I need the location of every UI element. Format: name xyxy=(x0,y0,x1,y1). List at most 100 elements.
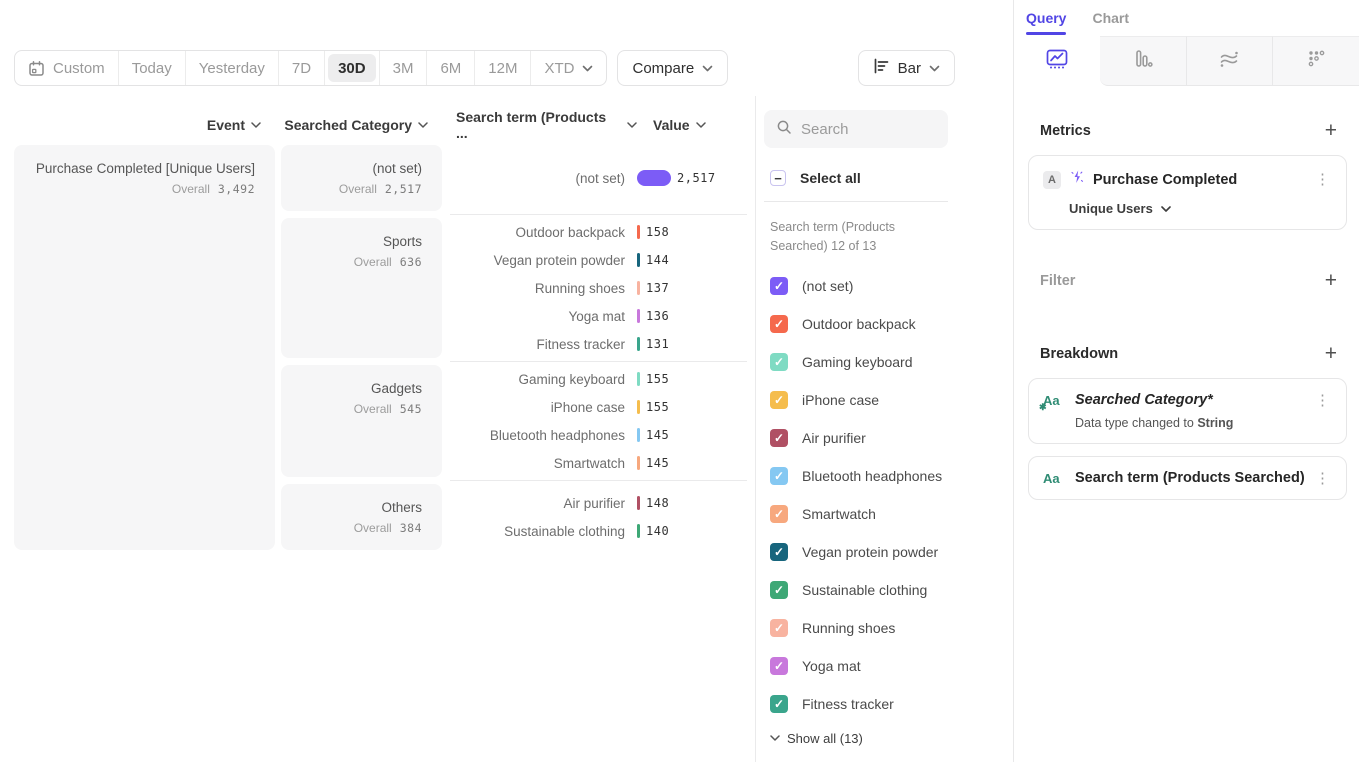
legend-checkbox[interactable]: ✓ xyxy=(770,391,788,409)
bar-segment[interactable] xyxy=(637,372,640,386)
legend-checkbox[interactable]: ✓ xyxy=(770,429,788,447)
breakdown-card-row: AaSearch term (Products Searched)⋮ xyxy=(1043,470,1332,486)
breakdown-kebab-menu[interactable]: ⋮ xyxy=(1313,471,1332,486)
legend-checkbox[interactable]: ✓ xyxy=(770,543,788,561)
column-header-event[interactable]: Event xyxy=(14,117,275,133)
bar-segment[interactable] xyxy=(637,428,640,442)
panel-divider xyxy=(764,201,948,202)
report-tab-retention-icon[interactable] xyxy=(1272,36,1359,86)
term-row: Vegan protein powder144 xyxy=(450,246,747,274)
legend-item[interactable]: ✓Gaming keyboard xyxy=(764,343,1013,381)
breakdown-card[interactable]: AaSearch term (Products Searched)⋮ xyxy=(1028,456,1347,500)
legend-item[interactable]: ✓ Bluetooth headphones xyxy=(764,457,1013,495)
bar-segment[interactable] xyxy=(637,309,640,323)
metric-card[interactable]: A Purchase Completed ⋮ Unique Users xyxy=(1028,155,1347,230)
legend-item-label: Bluetooth headphones xyxy=(802,468,942,484)
legend-checkbox[interactable]: ✓ xyxy=(770,353,788,371)
legend-item[interactable]: ✓Vegan protein powder xyxy=(764,533,1013,571)
legend-item[interactable]: ✓Sustainable clothing xyxy=(764,571,1013,609)
report-tab-insights-icon[interactable] xyxy=(1014,36,1100,86)
date-range-xtd[interactable]: XTD xyxy=(531,51,606,85)
legend-checkbox[interactable]: ✓ xyxy=(770,277,788,295)
breakdown-kebab-menu[interactable]: ⋮ xyxy=(1313,393,1332,408)
date-range-30d[interactable]: 30D xyxy=(328,54,376,82)
legend-item[interactable]: ✓(not set) xyxy=(764,267,1013,305)
bar-segment[interactable] xyxy=(637,337,640,351)
add-breakdown-button[interactable]: + xyxy=(1319,341,1343,366)
legend-checkbox[interactable]: ✓ xyxy=(770,581,788,599)
date-range-custom[interactable]: Custom xyxy=(15,51,118,85)
bar-segment[interactable] xyxy=(637,170,671,186)
category-overall: Overall384 xyxy=(291,521,422,535)
bar-segment[interactable] xyxy=(637,524,640,538)
chart-type-button[interactable]: Bar xyxy=(858,50,955,86)
term-label: (not set) xyxy=(450,171,637,186)
term-row: Fitness tracker131 xyxy=(450,330,747,358)
date-range-12m[interactable]: 12M xyxy=(475,51,530,85)
column-header-value[interactable]: Value xyxy=(637,117,747,133)
select-all-indeterminate-checkbox[interactable]: − xyxy=(770,170,786,186)
breakdown-card[interactable]: Aa✱Searched Category*⋮Data type changed … xyxy=(1028,378,1347,444)
bar-segment[interactable] xyxy=(637,496,640,510)
search-box[interactable] xyxy=(764,110,948,148)
legend-checkbox[interactable]: ✓ xyxy=(770,657,788,675)
legend-checkbox[interactable]: ✓ xyxy=(770,619,788,637)
metric-kebab-menu[interactable]: ⋮ xyxy=(1313,172,1332,187)
compare-button[interactable]: Compare xyxy=(617,50,728,86)
tab-chart[interactable]: Chart xyxy=(1092,10,1129,36)
column-header-category[interactable]: Searched Category xyxy=(281,117,442,133)
report-tab-flows-icon[interactable] xyxy=(1186,36,1273,86)
term-value: 144 xyxy=(646,253,669,267)
overall-value: 2,517 xyxy=(385,182,422,196)
overall-label: Overall xyxy=(172,182,210,196)
term-row: Yoga mat136 xyxy=(450,302,747,330)
event-name: Purchase Completed [Unique Users] xyxy=(24,160,255,178)
date-range-7d[interactable]: 7D xyxy=(279,51,324,85)
select-all-label: Select all xyxy=(800,170,861,186)
category-term-groups: (not set)Overall2,517(not set)2,517Sport… xyxy=(281,145,747,550)
legend-checkbox[interactable]: ✓ xyxy=(770,315,788,333)
term-value: 140 xyxy=(646,524,669,538)
breakdown-group: GadgetsOverall545Gaming keyboard155iPhon… xyxy=(281,365,747,477)
date-range-3m[interactable]: 3M xyxy=(380,51,427,85)
breakdown-group: SportsOverall636Outdoor backpack158Vegan… xyxy=(281,218,747,358)
legend-item-label: Outdoor backpack xyxy=(802,316,916,332)
active-tab-underline xyxy=(1026,32,1066,35)
measure-dropdown[interactable]: Unique Users xyxy=(1069,201,1332,216)
toolbar: CustomTodayYesterday7D30D3M 6M 12MXTD Comp… xyxy=(0,50,1013,86)
bar-segment[interactable] xyxy=(637,400,640,414)
add-metric-button[interactable]: + xyxy=(1319,118,1343,143)
legend-item[interactable]: ✓Fitness tracker xyxy=(764,685,1013,723)
legend-item[interactable]: ✓Yoga mat xyxy=(764,647,1013,685)
chevron-down-icon xyxy=(696,122,706,128)
date-range-label: 6M xyxy=(440,60,461,77)
legend-item[interactable]: ✓Air purifier xyxy=(764,419,1013,457)
search-input[interactable] xyxy=(801,121,931,138)
bar-segment[interactable] xyxy=(637,281,640,295)
show-all-button[interactable]: Show all (13) xyxy=(764,731,863,746)
legend-item[interactable]: ✓ Running shoes xyxy=(764,609,1013,647)
legend-checkbox[interactable]: ✓ xyxy=(770,505,788,523)
date-range-6m[interactable]: 6M xyxy=(427,51,474,85)
column-header-terms-zone: Search term (Products ... Value xyxy=(450,109,747,141)
legend-checkbox[interactable]: ✓ xyxy=(770,695,788,713)
bar-segment[interactable] xyxy=(637,225,640,239)
legend-item-label: Running shoes xyxy=(802,620,895,636)
legend-item[interactable]: ✓Smartwatch xyxy=(764,495,1013,533)
category-card: GadgetsOverall545 xyxy=(281,365,442,477)
date-range-today[interactable]: Today xyxy=(119,51,185,85)
chevron-down-icon xyxy=(582,65,593,72)
legend-item[interactable]: ✓iPhone case xyxy=(764,381,1013,419)
select-all-checkbox-row[interactable]: − Select all xyxy=(764,170,1013,186)
bar-segment[interactable] xyxy=(637,456,640,470)
term-value: 158 xyxy=(646,225,669,239)
tab-query[interactable]: Query xyxy=(1026,10,1066,36)
bar-segment[interactable] xyxy=(637,253,640,267)
add-filter-button[interactable]: + xyxy=(1319,268,1343,293)
report-tab-funnel-icon[interactable] xyxy=(1100,36,1186,86)
column-header-term[interactable]: Search term (Products ... xyxy=(450,109,637,141)
date-range-yesterday[interactable]: Yesterday xyxy=(186,51,278,85)
term-label: Air purifier xyxy=(450,496,637,511)
legend-checkbox[interactable]: ✓ xyxy=(770,467,788,485)
legend-item[interactable]: ✓ Outdoor backpack xyxy=(764,305,1013,343)
